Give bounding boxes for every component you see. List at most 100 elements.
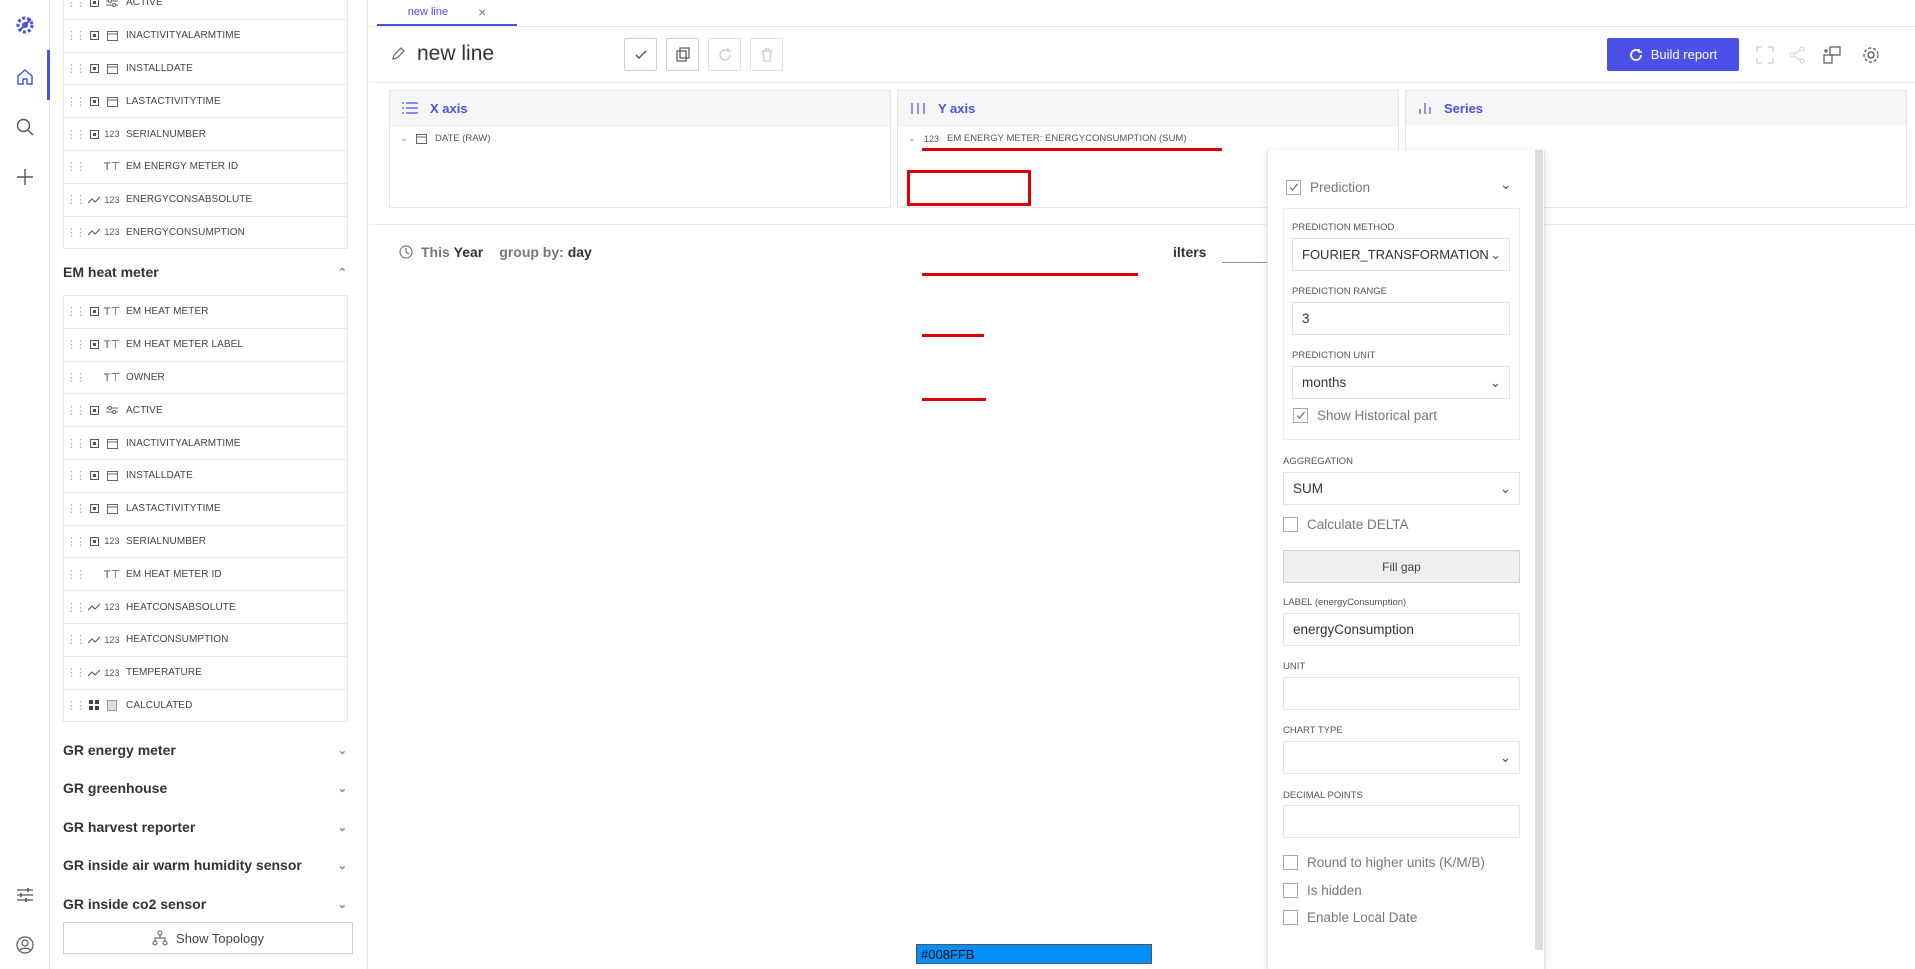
chevron-down-icon[interactable]: ⌄ bbox=[908, 133, 916, 144]
prediction-checkbox[interactable]: Prediction bbox=[1286, 180, 1370, 195]
checkbox-icon[interactable] bbox=[1283, 883, 1298, 898]
drag-handle-icon[interactable]: ⋮⋮ bbox=[64, 699, 86, 712]
field-label: ENERGYCONSABSOLUTE bbox=[126, 194, 253, 206]
number-type-icon: 123 bbox=[104, 634, 120, 645]
widget-icon[interactable] bbox=[1819, 42, 1845, 68]
group-item[interactable]: GR greenhouse ⌄ bbox=[63, 780, 353, 796]
field-row[interactable]: ⋮⋮ 123 HEATCONSABSOLUTE bbox=[64, 590, 347, 623]
drag-handle-icon[interactable]: ⋮⋮ bbox=[64, 160, 86, 173]
tab-new-line[interactable]: new line × bbox=[377, 0, 517, 26]
drag-handle-icon[interactable]: ⋮⋮ bbox=[64, 193, 86, 206]
field-label: OWNER bbox=[126, 371, 165, 383]
group-item[interactable]: GR energy meter ⌄ bbox=[63, 742, 353, 758]
drag-handle-icon[interactable]: ⋮⋮ bbox=[64, 404, 86, 417]
field-row[interactable]: ⋮⋮ INACTIVITYALARMTIME bbox=[64, 426, 347, 459]
series-label-input[interactable]: energyConsumption bbox=[1283, 613, 1520, 646]
unit-input[interactable] bbox=[1283, 677, 1520, 710]
build-report-button[interactable]: Build report bbox=[1607, 38, 1739, 71]
fullscreen-icon[interactable] bbox=[1752, 42, 1778, 68]
field-row[interactable]: ⋮⋮ 123 TEMPERATURE bbox=[64, 655, 347, 689]
group-em-heat-meter[interactable]: EM heat meter ⌃ bbox=[63, 264, 353, 280]
field-row[interactable]: ⋮⋮ T⊤ EM HEAT METER LABEL bbox=[64, 327, 347, 361]
field-row[interactable]: ⋮⋮ 123 SERIALNUMBER bbox=[64, 117, 347, 150]
drag-handle-icon[interactable]: ⋮⋮ bbox=[64, 371, 86, 384]
drag-handle-icon[interactable]: ⋮⋮ bbox=[64, 29, 86, 42]
field-row[interactable]: ⋮⋮ INSTALLDATE bbox=[64, 51, 347, 85]
prediction-range-input[interactable]: 3 bbox=[1292, 302, 1510, 335]
drag-handle-icon[interactable]: ⋮⋮ bbox=[64, 633, 86, 646]
drag-handle-icon[interactable]: ⋮⋮ bbox=[64, 601, 86, 614]
checkbox-checked-icon[interactable] bbox=[1286, 180, 1301, 195]
confirm-button[interactable] bbox=[624, 38, 657, 71]
x-axis-item[interactable]: ⌄ DATE (RAW) bbox=[390, 125, 890, 151]
pencil-icon[interactable] bbox=[391, 47, 405, 61]
field-row[interactable]: ⋮⋮ T⊤ EM HEAT METER bbox=[64, 295, 347, 328]
drag-handle-icon[interactable]: ⋮⋮ bbox=[64, 226, 86, 239]
checkbox-icon[interactable] bbox=[1283, 517, 1298, 532]
field-row[interactable]: ⋮⋮ 123 SERIALNUMBER bbox=[64, 524, 347, 558]
field-row[interactable]: ⋮⋮ 123 ENERGYCONSUMPTION bbox=[64, 215, 347, 249]
delete-button[interactable] bbox=[750, 38, 783, 71]
refresh-button[interactable] bbox=[708, 38, 741, 71]
home-icon[interactable] bbox=[10, 62, 40, 92]
prediction-method-select[interactable]: FOURIER_TRANSFORMATION ⌄ bbox=[1292, 238, 1510, 271]
search-icon[interactable] bbox=[10, 112, 40, 142]
group-item[interactable]: GR harvest reporter ⌄ bbox=[63, 819, 353, 835]
dropdown-scrollbar[interactable] bbox=[1535, 150, 1543, 950]
field-row[interactable]: ⋮⋮ LASTACTIVITYTIME bbox=[64, 491, 347, 525]
group-by-value[interactable]: day bbox=[568, 244, 592, 260]
checkbox-icon[interactable] bbox=[1283, 910, 1298, 925]
field-row[interactable]: ⋮⋮ INSTALLDATE bbox=[64, 458, 347, 492]
field-row[interactable]: ⋮⋮ 123 HEATCONSUMPTION bbox=[64, 622, 347, 656]
prediction-unit-select[interactable]: months ⌄ bbox=[1292, 366, 1510, 399]
drag-handle-icon[interactable]: ⋮⋮ bbox=[64, 338, 86, 351]
field-row[interactable]: ⋮⋮ ACTIVE bbox=[64, 393, 347, 426]
decimal-points-input[interactable] bbox=[1283, 805, 1520, 838]
add-icon[interactable] bbox=[10, 162, 40, 192]
calculate-delta-checkbox[interactable]: Calculate DELTA bbox=[1283, 517, 1409, 532]
drag-handle-icon[interactable]: ⋮⋮ bbox=[64, 502, 86, 515]
drag-handle-icon[interactable]: ⋮⋮ bbox=[64, 666, 86, 679]
chevron-down-icon[interactable]: ⌄ bbox=[400, 133, 408, 144]
checkbox-checked-icon[interactable] bbox=[1293, 408, 1308, 423]
field-row[interactable]: ⋮⋮ INACTIVITYALARMTIME bbox=[64, 18, 347, 52]
drag-handle-icon[interactable]: ⋮⋮ bbox=[64, 62, 86, 75]
close-icon[interactable]: × bbox=[478, 4, 486, 20]
field-row[interactable]: ⋮⋮ T⊤ OWNER bbox=[64, 360, 347, 394]
is-hidden-checkbox[interactable]: Is hidden bbox=[1283, 883, 1362, 898]
drag-handle-icon[interactable]: ⋮⋮ bbox=[64, 95, 86, 108]
aggregation-select[interactable]: SUM ⌄ bbox=[1283, 472, 1520, 505]
drag-handle-icon[interactable]: ⋮⋮ bbox=[64, 469, 86, 482]
user-icon[interactable] bbox=[10, 930, 40, 960]
field-row[interactable]: ⋮⋮ 123 ENERGYCONSABSOLUTE bbox=[64, 182, 347, 216]
chevron-down-icon[interactable]: ⌄ bbox=[1500, 176, 1512, 193]
duplicate-button[interactable] bbox=[666, 38, 699, 71]
settings-sliders-icon[interactable] bbox=[10, 880, 40, 910]
drag-handle-icon[interactable]: ⋮⋮ bbox=[64, 568, 86, 581]
color-input[interactable]: #008FFB bbox=[916, 944, 1152, 964]
show-topology-button[interactable]: Show Topology bbox=[63, 922, 353, 954]
share-icon[interactable] bbox=[1784, 42, 1810, 68]
drag-handle-icon[interactable]: ⋮⋮ bbox=[64, 305, 86, 318]
field-row[interactable]: ⋮⋮ LASTACTIVITYTIME bbox=[64, 84, 347, 117]
drag-handle-icon[interactable]: ⋮⋮ bbox=[64, 535, 86, 548]
field-row[interactable]: ⋮⋮ CALCULATED bbox=[64, 688, 347, 722]
show-historical-checkbox[interactable]: Show Historical part bbox=[1293, 408, 1437, 423]
gear-icon[interactable] bbox=[1858, 42, 1884, 68]
drag-handle-icon[interactable]: ⋮⋮ bbox=[64, 437, 86, 450]
app-logo-icon[interactable] bbox=[10, 10, 40, 40]
field-row[interactable]: ⋮⋮ ACTIVE bbox=[64, 0, 347, 19]
field-row[interactable]: ⋮⋮ T⊤ EM HEAT METER ID bbox=[64, 557, 347, 590]
drag-handle-icon[interactable]: ⋮⋮ bbox=[64, 128, 86, 141]
group-item[interactable]: GR inside co2 sensor ⌄ bbox=[63, 896, 353, 912]
period-filter[interactable]: This Year group by: day bbox=[399, 244, 592, 260]
field-row[interactable]: ⋮⋮ T⊤ EM ENERGY METER ID bbox=[64, 149, 347, 183]
group-item[interactable]: GR inside air warm humidity sensor ⌄ bbox=[63, 857, 353, 873]
fill-gap-button[interactable]: Fill gap bbox=[1283, 550, 1520, 583]
drag-handle-icon[interactable]: ⋮⋮ bbox=[64, 0, 86, 9]
checkbox-icon[interactable] bbox=[1283, 855, 1298, 870]
local-date-checkbox[interactable]: Enable Local Date bbox=[1283, 910, 1417, 925]
chart-type-select[interactable]: ⌄ bbox=[1283, 741, 1520, 774]
round-units-checkbox[interactable]: Round to higher units (K/M/B) bbox=[1283, 855, 1485, 870]
page-title[interactable]: new line bbox=[417, 42, 494, 66]
